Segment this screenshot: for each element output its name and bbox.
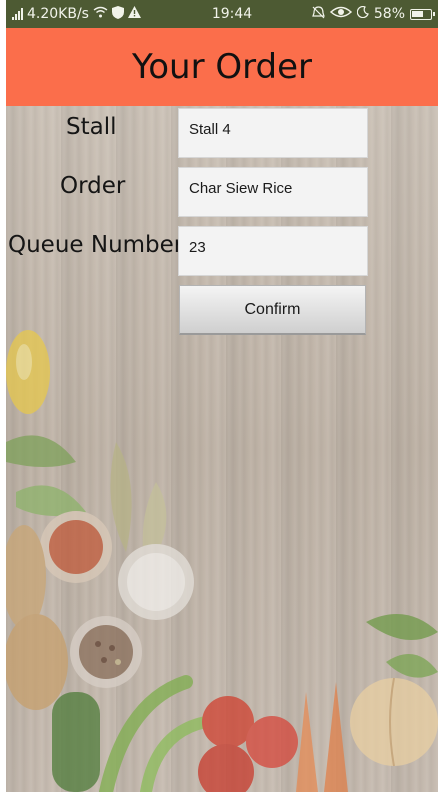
warning-icon — [127, 6, 141, 22]
moon-icon — [356, 5, 369, 22]
vegetables-illustration — [6, 330, 438, 792]
status-right: 58% — [282, 5, 435, 23]
order-label: Order — [60, 173, 126, 199]
status-time: 19:44 — [211, 6, 253, 22]
queue-number-field[interactable]: 23 — [178, 226, 368, 276]
network-speed: 4.20KB/s — [27, 6, 89, 22]
status-bar: 4.20KB/s 19:44 58% — [6, 0, 438, 28]
battery-percent: 58% — [373, 6, 405, 22]
wood-background: Stall Stall 4 Order Char Siew Rice Queue… — [6, 106, 438, 792]
order-field[interactable]: Char Siew Rice — [178, 167, 368, 217]
stall-field[interactable]: Stall 4 — [178, 108, 368, 158]
stall-label: Stall — [66, 114, 117, 140]
battery-icon — [410, 8, 435, 20]
queue-number-label: Queue Number — [8, 232, 184, 258]
page-title: Your Order — [131, 47, 312, 87]
shield-icon — [111, 5, 124, 23]
header-bar: Your Order — [6, 28, 438, 106]
alarm-off-icon — [312, 5, 325, 23]
wifi-icon — [93, 6, 108, 22]
eye-icon — [329, 6, 352, 22]
status-left: 4.20KB/s — [12, 5, 182, 23]
signal-icon — [12, 8, 23, 20]
confirm-button[interactable]: Confirm — [179, 285, 366, 335]
app-screen: 4.20KB/s 19:44 58% Your Order Stall Stal… — [6, 0, 438, 792]
